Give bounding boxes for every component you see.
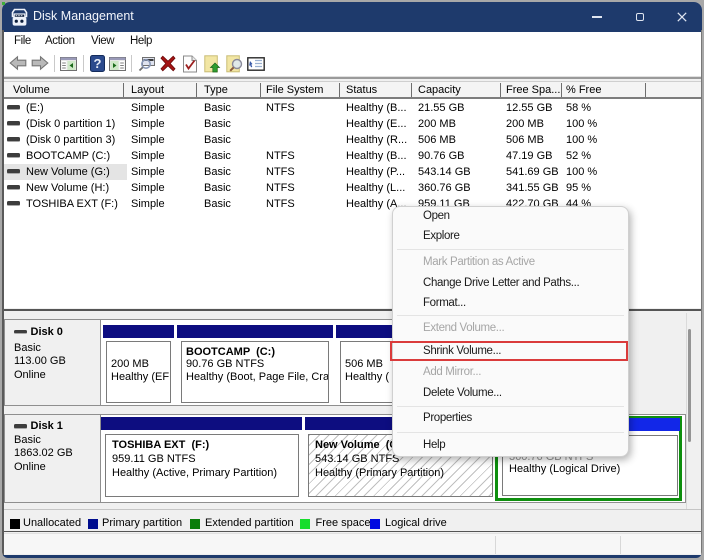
svg-text:?: ? — [94, 56, 102, 71]
